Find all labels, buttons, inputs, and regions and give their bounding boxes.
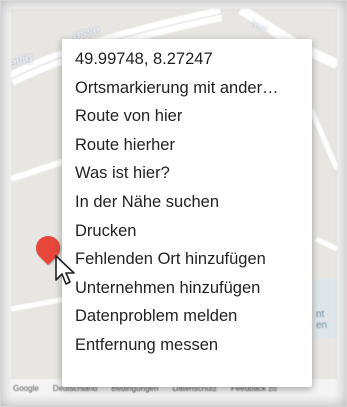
screenshot-frame: eilig asse tera nt en Google Deutschland…: [0, 0, 347, 407]
menu-item-add-business[interactable]: Unternehmen hinzufügen: [62, 274, 312, 303]
side-text-1: nt: [316, 309, 325, 320]
menu-item-add-missing-place[interactable]: Fehlenden Ort hinzufügen: [62, 245, 312, 274]
menu-item-report-data-problem[interactable]: Datenproblem melden: [62, 302, 312, 331]
arrow-cursor-icon: [55, 255, 75, 285]
side-text-2: en: [316, 320, 328, 331]
menu-item-whats-here[interactable]: Was ist hier?: [62, 159, 312, 188]
footer-google: Google: [13, 383, 39, 393]
menu-item-coordinates[interactable]: 49.99748, 8.27247: [62, 45, 312, 74]
menu-item-share-location[interactable]: Ortsmarkierung mit ander…: [62, 74, 312, 103]
menu-item-route-to[interactable]: Route hierher: [62, 131, 312, 160]
menu-item-measure-distance[interactable]: Entfernung messen: [62, 331, 312, 360]
context-menu: 49.99748, 8.27247 Ortsmarkierung mit and…: [62, 39, 312, 387]
menu-item-route-from[interactable]: Route von hier: [62, 102, 312, 131]
menu-item-search-nearby[interactable]: In der Nähe suchen: [62, 188, 312, 217]
menu-item-print[interactable]: Drucken: [62, 217, 312, 246]
